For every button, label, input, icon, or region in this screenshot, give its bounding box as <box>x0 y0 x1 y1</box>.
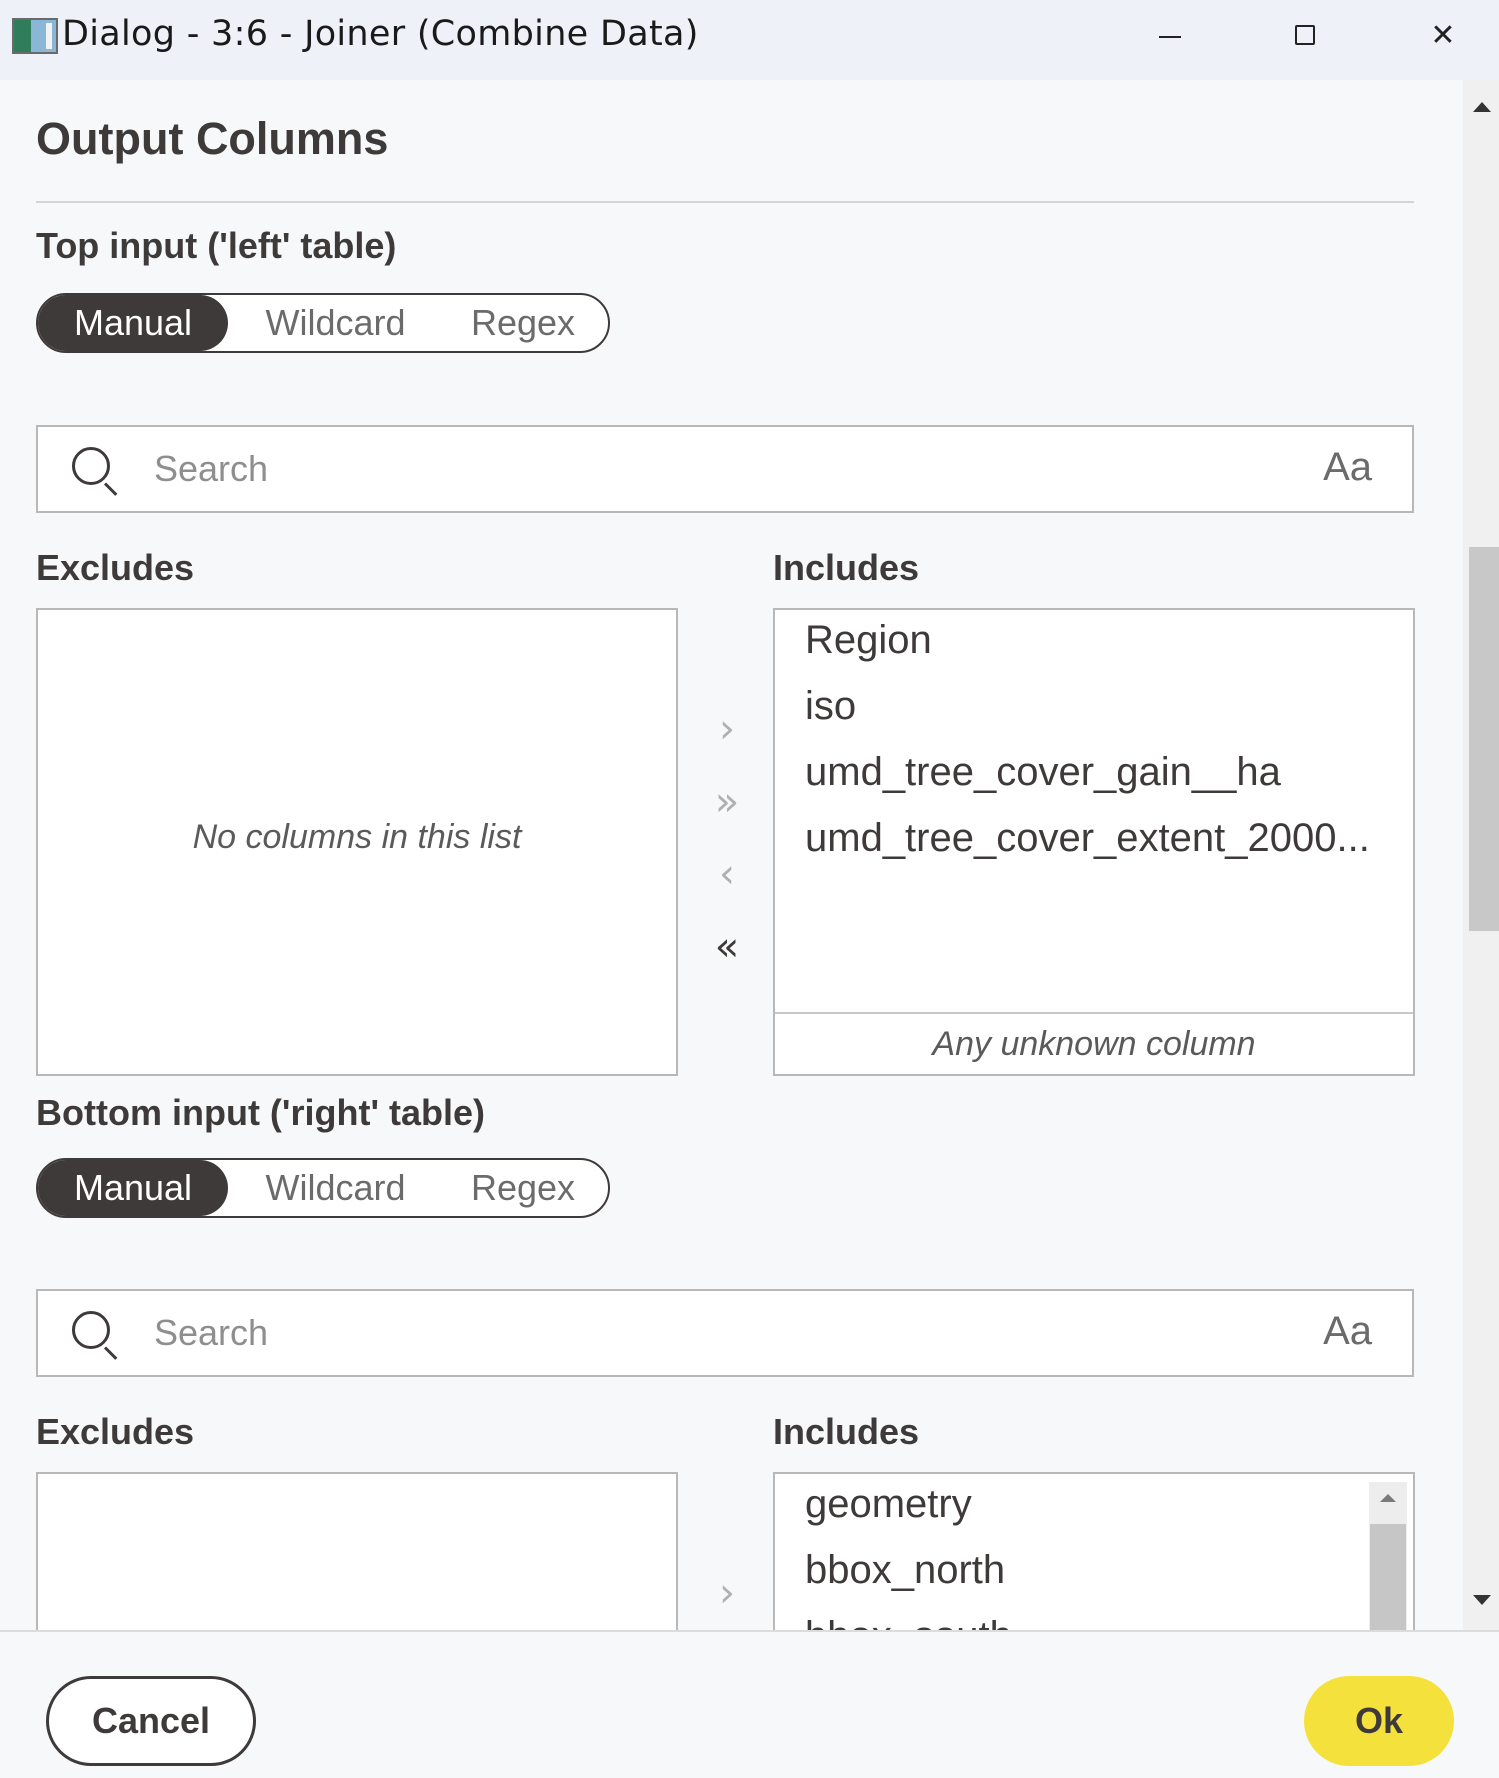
case-sensitive-toggle[interactable]: Aa <box>1323 1309 1372 1354</box>
bottom-mode-wildcard[interactable]: Wildcard <box>228 1160 443 1216</box>
bottom-mode-manual[interactable]: Manual <box>38 1160 228 1216</box>
close-icon: ✕ <box>1430 18 1456 52</box>
search-icon <box>72 1311 110 1349</box>
divider <box>36 201 1414 203</box>
search-icon <box>72 447 110 485</box>
close-button[interactable]: ✕ <box>1403 10 1483 60</box>
bottom-excludes-list[interactable] <box>36 1472 678 1630</box>
top-includes-list[interactable]: Region iso umd_tree_cover_gain__ha umd_t… <box>773 608 1415 1076</box>
top-search-input[interactable] <box>154 441 1254 497</box>
bottom-add-button[interactable]: › <box>700 1566 754 1620</box>
window-title: Dialog - 3:6 - Joiner (Combine Data) <box>62 14 699 54</box>
chevron-right-icon: › <box>719 706 735 752</box>
list-item[interactable]: iso <box>805 684 856 729</box>
bottom-includes-list[interactable]: geometry bbox_north bbox_south <box>773 1472 1415 1630</box>
scroll-thumb[interactable] <box>1469 547 1499 931</box>
bottom-mode-regex[interactable]: Regex <box>443 1160 603 1216</box>
list-item[interactable]: umd_tree_cover_extent_2000... <box>805 816 1370 861</box>
list-item[interactable]: Region <box>805 618 932 663</box>
list-item[interactable]: bbox_north <box>805 1548 1005 1593</box>
cancel-button[interactable]: Cancel <box>46 1676 256 1766</box>
minimize-button[interactable] <box>1130 10 1210 60</box>
page-title: Output Columns <box>36 113 389 164</box>
dialog-content: Output Columns Top input ('left' table) … <box>0 80 1463 1630</box>
top-excludes-list[interactable]: No columns in this list <box>36 608 678 1076</box>
top-remove-all-button[interactable]: « <box>700 920 754 974</box>
maximize-icon <box>1295 25 1315 45</box>
top-mode-selector: Manual Wildcard Regex <box>36 293 610 353</box>
bottom-mode-selector: Manual Wildcard Regex <box>36 1158 610 1218</box>
top-add-button[interactable]: › <box>700 702 754 756</box>
title-bar: Dialog - 3:6 - Joiner (Combine Data) ✕ <box>0 0 1499 80</box>
chevron-left-icon: ‹ <box>719 851 735 897</box>
chevron-right-icon: › <box>719 1570 735 1616</box>
any-unknown-column-row[interactable]: Any unknown column <box>775 1012 1413 1074</box>
app-icon <box>12 18 58 54</box>
scroll-down-icon[interactable] <box>1473 1595 1491 1605</box>
top-includes-label: Includes <box>773 547 920 588</box>
case-sensitive-toggle[interactable]: Aa <box>1323 445 1372 490</box>
bottom-search-box: Aa <box>36 1289 1414 1377</box>
top-mode-wildcard[interactable]: Wildcard <box>228 295 443 351</box>
scroll-up-icon[interactable] <box>1380 1494 1396 1502</box>
list-item[interactable]: geometry <box>805 1482 972 1527</box>
bottom-excludes-label: Excludes <box>36 1411 195 1452</box>
top-search-box: Aa <box>36 425 1414 513</box>
bottom-includes-label: Includes <box>773 1411 920 1452</box>
double-chevron-right-icon: » <box>714 779 740 825</box>
bottom-search-input[interactable] <box>154 1305 1254 1361</box>
top-mode-regex[interactable]: Regex <box>443 295 603 351</box>
maximize-button[interactable] <box>1265 10 1345 60</box>
list-item[interactable]: bbox_south <box>805 1614 1012 1630</box>
ok-button[interactable]: Ok <box>1304 1676 1454 1766</box>
dialog-scrollbar[interactable] <box>1463 80 1499 1630</box>
minimize-icon <box>1159 36 1181 38</box>
list-item[interactable]: umd_tree_cover_gain__ha <box>805 750 1281 795</box>
bottom-input-label: Bottom input ('right' table) <box>36 1092 486 1133</box>
top-excludes-label: Excludes <box>36 547 195 588</box>
top-add-all-button[interactable]: » <box>700 775 754 829</box>
list-scrollbar[interactable] <box>1369 1482 1407 1630</box>
dialog-footer: Cancel Ok <box>0 1630 1499 1778</box>
scroll-thumb[interactable] <box>1370 1524 1406 1630</box>
top-mode-manual[interactable]: Manual <box>38 295 228 351</box>
scroll-up-icon[interactable] <box>1473 102 1491 112</box>
top-input-label: Top input ('left' table) <box>36 225 397 266</box>
empty-list-message: No columns in this list <box>192 818 522 856</box>
double-chevron-left-icon: « <box>714 924 740 970</box>
top-remove-button[interactable]: ‹ <box>700 847 754 901</box>
